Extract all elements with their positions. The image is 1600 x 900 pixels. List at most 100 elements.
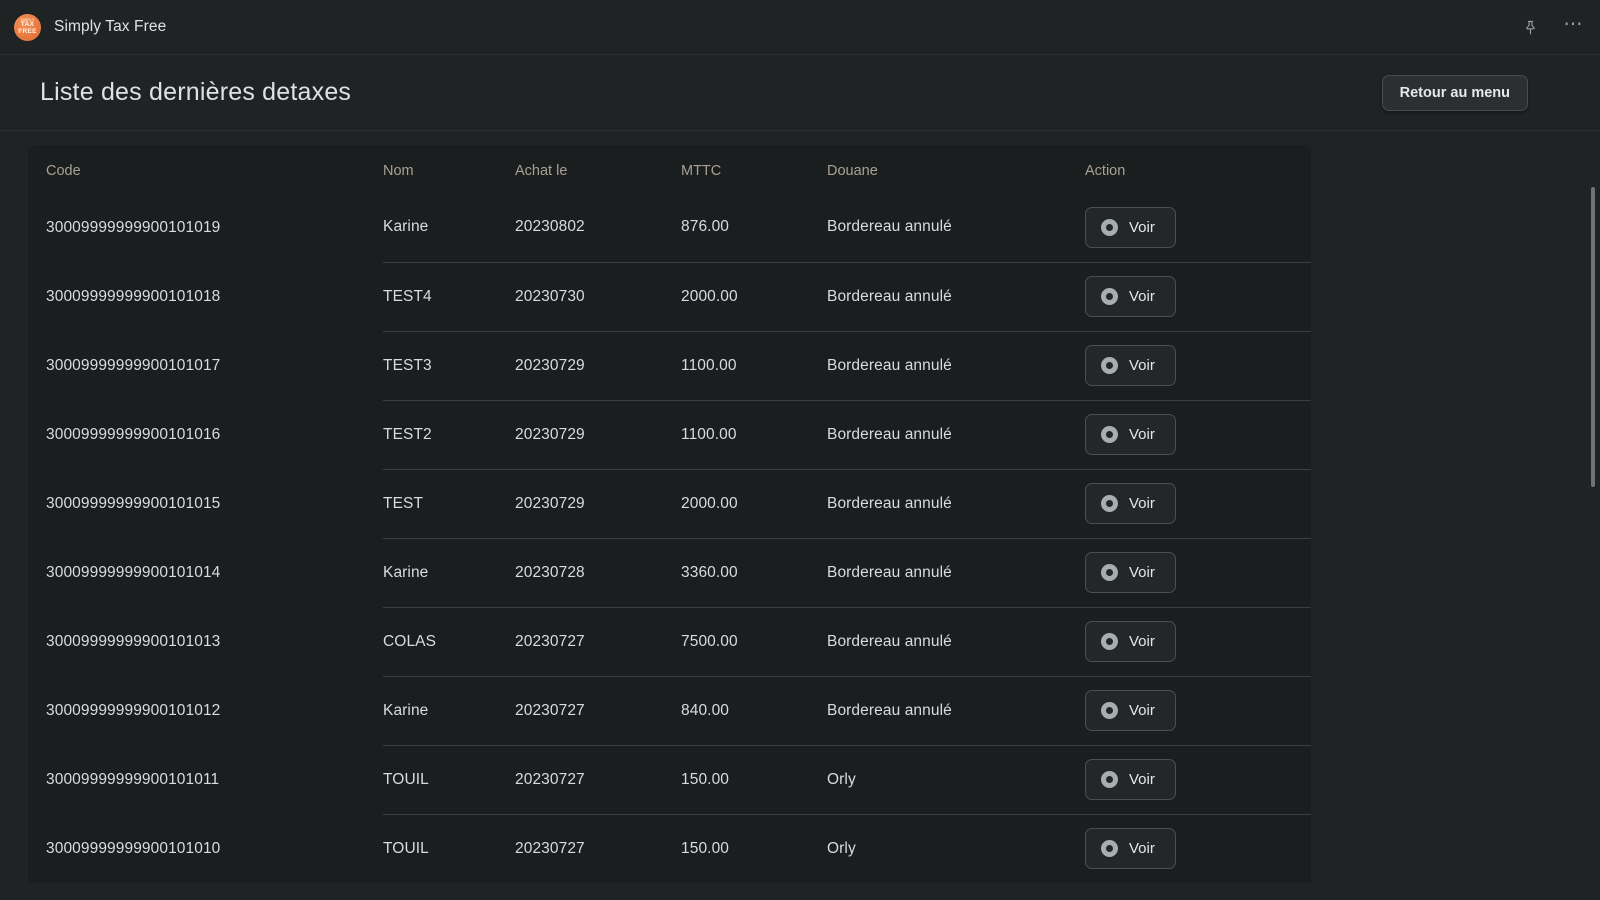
cell-achat: 20230727 (515, 675, 681, 745)
eye-icon (1101, 218, 1118, 236)
cell-code: 30009999999900101011 (28, 745, 383, 814)
table-row: 30009999999900101013 COLAS 20230727 7500.00… (28, 606, 1311, 676)
table-row: 30009999999900101018 TEST4 20230730 2000.00… (28, 261, 1311, 331)
table-row: 30009999999900101014 Karine 20230728 3360.0… (28, 537, 1311, 607)
view-row-button[interactable]: Voir (1085, 690, 1176, 731)
eye-icon (1101, 564, 1118, 581)
table-row: 30009999999900101012 Karine 20230727 840.00… (28, 675, 1311, 745)
cell-nom: TEST3 (383, 330, 515, 400)
table-header-row: Code Nom Achat le MTTC Douane Action (28, 145, 1311, 193)
column-header-code: Code (28, 145, 383, 193)
cell-achat: 20230729 (515, 330, 681, 400)
eye-icon (1101, 426, 1118, 443)
column-header-mttc: MTTC (681, 145, 827, 193)
cell-douane: Bordereau annulé (827, 399, 1085, 469)
cell-code: 30009999999900101015 (28, 469, 383, 538)
view-row-button-label: Voir (1129, 840, 1155, 858)
logo-top-text: SIMPLY (20, 17, 35, 22)
cell-achat: 20230728 (515, 537, 681, 607)
cell-action: Voir (1085, 261, 1311, 331)
eye-icon (1101, 357, 1118, 374)
cell-mttc: 3360.00 (681, 537, 827, 607)
cell-douane: Bordereau annulé (827, 261, 1085, 331)
view-row-button-label: Voir (1129, 771, 1155, 788)
cell-code: 30009999999900101018 (28, 262, 383, 331)
view-row-button[interactable]: Voir (1085, 828, 1176, 870)
cell-douane: Bordereau annulé (827, 537, 1085, 607)
view-row-button-label: Voir (1129, 218, 1155, 236)
cell-douane: Bordereau annulé (827, 468, 1085, 538)
back-to-menu-button[interactable]: Retour au menu (1381, 75, 1528, 111)
view-row-button[interactable]: Voir (1085, 345, 1176, 386)
cell-douane: Bordereau annulé (827, 330, 1085, 400)
cell-action: Voir (1085, 537, 1311, 607)
cell-nom: TEST2 (383, 399, 515, 469)
table-row: 30009999999900101015 TEST 20230729 2000.00 B… (28, 468, 1311, 538)
cell-nom: TOUIL (383, 744, 515, 814)
cell-mttc: 7500.00 (681, 606, 827, 676)
view-row-button[interactable]: Voir (1085, 552, 1176, 593)
view-row-button-label: Voir (1129, 495, 1155, 512)
cell-mttc: 2000.00 (681, 468, 827, 538)
eye-icon (1101, 702, 1118, 719)
cell-action: Voir (1085, 606, 1311, 676)
cell-code: 30009999999900101012 (28, 676, 383, 745)
cell-douane: Bordereau annulé (827, 675, 1085, 745)
cell-action: Voir (1085, 744, 1311, 814)
cell-nom: TEST (383, 468, 515, 538)
page-scrollbar[interactable] (1588, 187, 1597, 900)
view-row-button-label: Voir (1129, 702, 1155, 719)
title-bar-actions: ⋯ (1516, 0, 1585, 55)
view-row-button[interactable]: Voir (1085, 276, 1176, 317)
more-options-icon[interactable]: ⋯ (1564, 15, 1585, 36)
cell-achat: 20230727 (515, 744, 681, 814)
view-row-button-label: Voir (1129, 288, 1155, 305)
column-header-achat: Achat le (515, 145, 681, 193)
cell-achat: 20230727 (515, 813, 681, 883)
cell-achat: 20230802 (515, 193, 681, 262)
simply-tax-free-logo-icon: SIMPLY TAX FREE (14, 13, 41, 41)
table-row: 30009999999900101017 TEST3 20230729 1100.00… (28, 330, 1311, 400)
cell-mttc: 150.00 (681, 813, 827, 883)
cell-mttc: 2000.00 (681, 261, 827, 331)
app-title: Simply Tax Free (54, 18, 167, 35)
view-row-button-label: Voir (1129, 357, 1155, 374)
table-header: Code Nom Achat le MTTC Douane Action (28, 145, 1311, 193)
view-row-button-label: Voir (1129, 564, 1155, 581)
cell-douane: Bordereau annulé (827, 193, 1085, 262)
pin-icon[interactable] (1516, 13, 1546, 43)
table-row: 30009999999900101016 TEST2 20230729 1100.00… (28, 399, 1311, 469)
cell-mttc: 876.00 (681, 193, 827, 262)
view-row-button-label: Voir (1129, 426, 1155, 443)
eye-icon (1101, 495, 1118, 512)
cell-code: 30009999999900101013 (28, 607, 383, 676)
cell-code: 30009999999900101016 (28, 400, 383, 469)
cell-nom: TEST4 (383, 261, 515, 331)
cell-nom: Karine (383, 675, 515, 745)
detaxes-table: Code Nom Achat le MTTC Douane Action 300… (28, 145, 1311, 883)
cell-nom: Karine (383, 193, 515, 262)
eye-icon (1101, 840, 1118, 858)
cell-action: Voir (1085, 399, 1311, 469)
view-row-button[interactable]: Voir (1085, 621, 1176, 662)
cell-action: Voir (1085, 675, 1311, 745)
cell-code: 30009999999900101010 (28, 814, 383, 883)
page-scrollbar-thumb[interactable] (1591, 187, 1595, 487)
cell-achat: 20230730 (515, 261, 681, 331)
view-row-button[interactable]: Voir (1085, 414, 1176, 455)
cell-achat: 20230729 (515, 468, 681, 538)
cell-code: 30009999999900101019 (28, 193, 383, 262)
cell-douane: Orly (827, 744, 1085, 814)
view-row-button[interactable]: Voir (1085, 206, 1176, 248)
column-header-douane: Douane (827, 145, 1085, 193)
table-row: 30009999999900101010 TOUIL 20230727 150.00 O… (28, 813, 1311, 883)
column-header-nom: Nom (383, 145, 515, 193)
view-row-button[interactable]: Voir (1085, 483, 1176, 524)
cell-code: 30009999999900101014 (28, 538, 383, 607)
cell-achat: 20230729 (515, 399, 681, 469)
view-row-button[interactable]: Voir (1085, 759, 1176, 800)
table-body: 30009999999900101019 Karine 20230802 876.00… (28, 193, 1311, 883)
app-brand: SIMPLY TAX FREE Simply Tax Free (14, 13, 167, 41)
cell-action: Voir (1085, 468, 1311, 538)
cell-action: Voir (1085, 813, 1311, 883)
